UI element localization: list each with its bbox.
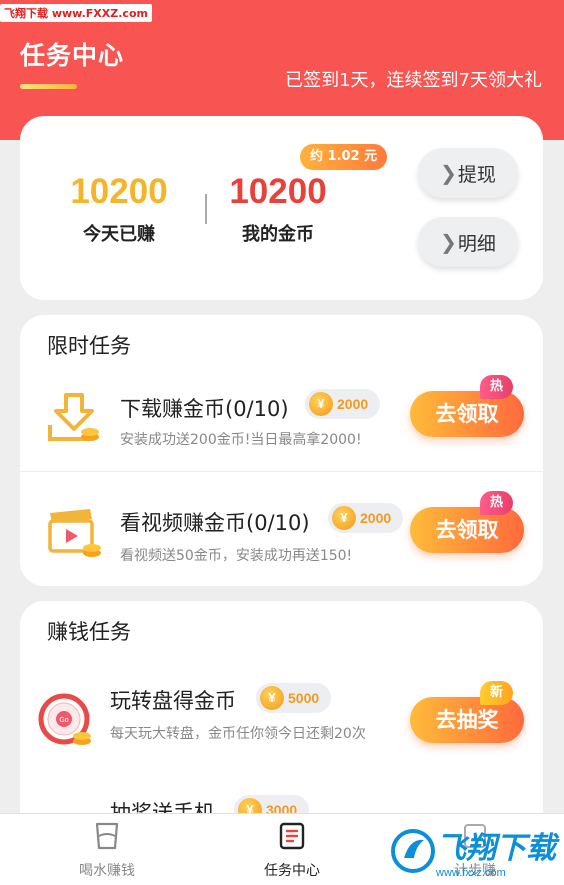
my-coins-value: 10200 bbox=[229, 172, 327, 211]
task-title: 玩转盘得金币 bbox=[110, 689, 236, 713]
chevron-right-icon: ❯ bbox=[440, 161, 457, 185]
site-logo-url: www.fxxz.com bbox=[436, 867, 506, 879]
bottom-tab-bar: 喝水赚钱 任务中心 计步赚 飞翔下载 www.fxxz.com bbox=[0, 813, 564, 885]
coin-icon: ¥ bbox=[309, 392, 333, 416]
hot-tag: 热 bbox=[480, 375, 514, 399]
task-wheel: Go 玩转盘得金币 ¥ 5000 每天玩大转盘，金币任你领今日还剩20次 去抽奖… bbox=[20, 671, 543, 771]
claim-button[interactable]: 去领取 bbox=[410, 391, 524, 437]
task-description: 每天玩大转盘，金币任你领今日还剩20次 bbox=[110, 726, 366, 742]
today-earned-value: 10200 bbox=[70, 172, 168, 211]
coin-reward-value: 2000 bbox=[337, 396, 369, 412]
watermark: 飞翔下载 www.FXXZ.com bbox=[0, 4, 152, 22]
my-coins: 10200 我的金币 bbox=[193, 172, 363, 246]
yuan-value-badge: 约 1.02 元 bbox=[300, 144, 388, 170]
detail-label: 明细 bbox=[457, 232, 496, 255]
page-title: 任务中心 bbox=[20, 41, 125, 70]
draw-button[interactable]: 去抽奖 bbox=[410, 697, 524, 743]
today-earned-label: 今天已赚 bbox=[83, 224, 155, 245]
today-earned: 10200 今天已赚 bbox=[34, 172, 204, 246]
coin-reward-chip: ¥ 2000 bbox=[328, 503, 404, 533]
task-description: 看视频送50金币，安装成功再送150! bbox=[120, 548, 353, 564]
coin-reward-chip: ¥ 5000 bbox=[256, 683, 332, 713]
download-icon bbox=[48, 393, 99, 441]
tab-task-center[interactable]: 任务中心 bbox=[237, 822, 347, 880]
site-logo-watermark: 飞翔下载 www.fxxz.com bbox=[390, 823, 556, 879]
wheel-go-label: Go bbox=[59, 717, 68, 724]
withdraw-label: 提现 bbox=[457, 163, 496, 186]
limited-tasks-card: 限时任务 下载赚金币(0/10) ¥ 2000 安装成功送200金币!当日最高拿… bbox=[20, 315, 543, 586]
task-title: 下载赚金币(0/10) bbox=[120, 397, 289, 421]
task-download: 下载赚金币(0/10) ¥ 2000 安装成功送200金币!当日最高拿2000!… bbox=[20, 371, 543, 471]
coin-icon: ¥ bbox=[332, 506, 356, 530]
video-clapper-icon bbox=[48, 509, 101, 557]
coin-icon: ¥ bbox=[260, 686, 284, 710]
withdraw-button[interactable]: ❯ 提现 bbox=[418, 148, 518, 198]
task-description: 安装成功送200金币!当日最高拿2000! bbox=[120, 432, 362, 448]
coin-summary-card: 10200 今天已赚 10200 我的金币 约 1.02 元 ❯ 提现 ❯ 明细 bbox=[20, 116, 543, 300]
task-video: 看视频赚金币(0/10) ¥ 2000 看视频送50金币，安装成功再送150! … bbox=[20, 487, 543, 587]
tab-label: 任务中心 bbox=[264, 863, 320, 879]
section-title: 赚钱任务 bbox=[47, 620, 131, 644]
my-coins-label: 我的金币 bbox=[242, 224, 314, 245]
new-tag: 新 bbox=[480, 681, 514, 705]
row-divider bbox=[20, 471, 543, 472]
lucky-wheel-icon: Go bbox=[38, 693, 91, 745]
claim-button[interactable]: 去领取 bbox=[410, 507, 524, 553]
detail-button[interactable]: ❯ 明细 bbox=[418, 217, 518, 267]
tab-drink-water[interactable]: 喝水赚钱 bbox=[52, 822, 162, 880]
task-title: 看视频赚金币(0/10) bbox=[120, 511, 310, 535]
chevron-right-icon: ❯ bbox=[440, 230, 457, 254]
coin-reward-chip: ¥ 2000 bbox=[305, 389, 381, 419]
checkin-status: 已签到1天，连续签到7天领大礼 bbox=[285, 70, 542, 91]
site-logo-text: 飞翔下载 bbox=[436, 831, 556, 866]
section-title: 限时任务 bbox=[47, 334, 131, 358]
task-list-icon bbox=[279, 822, 305, 850]
fxxz-logo-icon bbox=[391, 829, 435, 873]
title-underline bbox=[20, 84, 77, 89]
coin-reward-value: 2000 bbox=[360, 510, 392, 526]
hot-tag: 热 bbox=[480, 491, 514, 515]
coin-reward-value: 5000 bbox=[288, 690, 320, 706]
tab-label: 喝水赚钱 bbox=[79, 863, 135, 879]
water-cup-icon bbox=[95, 822, 119, 850]
